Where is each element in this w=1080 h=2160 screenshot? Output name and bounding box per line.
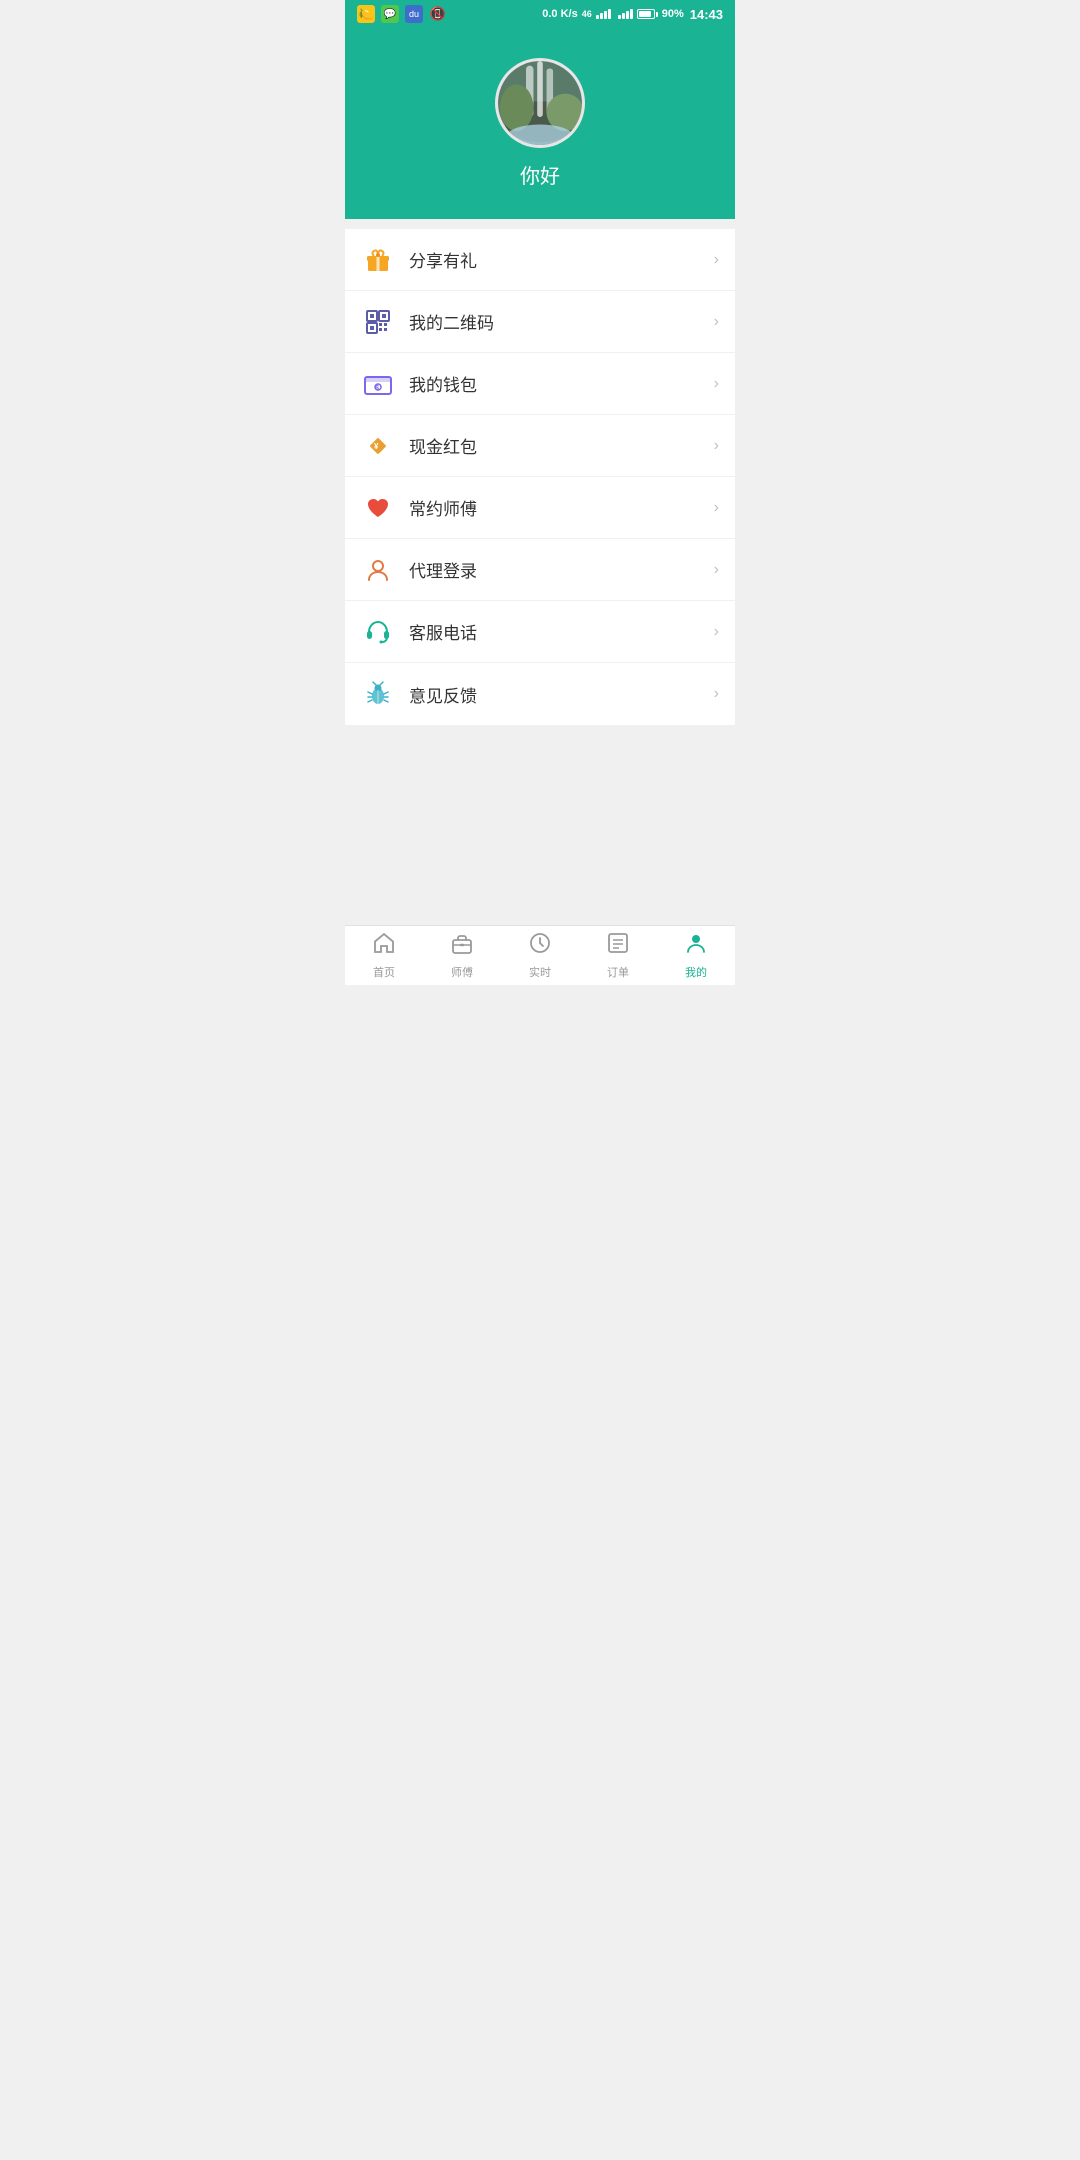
feedback-label: 意见反馈 [409, 682, 714, 707]
menu-item-wallet[interactable]: $ 我的钱包 › [345, 353, 735, 415]
tab-home-label: 首页 [373, 964, 395, 980]
menu-list: 分享有礼 › 我的二维码 › [345, 229, 735, 725]
red-packet-label: 现金红包 [409, 433, 714, 458]
menu-item-customer-service[interactable]: 客服电话 › [345, 601, 735, 663]
agent-arrow: › [714, 561, 719, 579]
headset-icon [361, 615, 395, 649]
svg-text:$: $ [375, 385, 379, 392]
tab-realtime[interactable]: 实时 [501, 926, 579, 985]
app-icon-baidu: du [405, 5, 423, 23]
red-packet-arrow: › [714, 437, 719, 455]
list-icon [606, 931, 630, 961]
heart-icon [361, 491, 395, 525]
feedback-arrow: › [714, 685, 719, 703]
status-left-icons: 🍋 💬 du 📵 [357, 5, 447, 23]
master-arrow: › [714, 499, 719, 517]
tab-mine-label: 我的 [685, 964, 707, 980]
home-icon [372, 931, 396, 961]
menu-item-qrcode[interactable]: 我的二维码 › [345, 291, 735, 353]
feedback-icon [361, 677, 395, 711]
battery-percent: 90% [662, 8, 684, 20]
menu-item-agent[interactable]: 代理登录 › [345, 539, 735, 601]
master-label: 常约师傅 [409, 495, 714, 520]
share-label: 分享有礼 [409, 247, 714, 272]
time: 14:43 [690, 7, 723, 22]
tab-orders-label: 订单 [607, 964, 629, 980]
agent-label: 代理登录 [409, 557, 714, 582]
menu-item-share[interactable]: 分享有礼 › [345, 229, 735, 291]
person-icon [684, 931, 708, 961]
briefcase-icon [450, 931, 474, 961]
gray-spacer [345, 725, 735, 925]
wallet-label: 我的钱包 [409, 371, 714, 396]
network-type: 46 [582, 9, 592, 19]
signal-icon-2 [618, 9, 633, 19]
qrcode-label: 我的二维码 [409, 309, 714, 334]
status-right-info: 0.0 K/s 46 90% 14:43 [542, 7, 723, 22]
svg-text:¥: ¥ [374, 442, 379, 451]
menu-item-red-packet[interactable]: ¥ 现金红包 › [345, 415, 735, 477]
clock-icon [528, 931, 552, 961]
share-arrow: › [714, 251, 719, 269]
wallet-arrow: › [714, 375, 719, 393]
wallet-icon: $ [361, 367, 395, 401]
avatar[interactable] [495, 58, 585, 148]
tab-mine[interactable]: 我的 [657, 926, 735, 985]
tab-master-label: 师傅 [451, 964, 473, 980]
customer-service-arrow: › [714, 623, 719, 641]
signal-icon [596, 9, 611, 19]
username: 你好 [520, 160, 560, 189]
tab-orders[interactable]: 订单 [579, 926, 657, 985]
agent-icon [361, 553, 395, 587]
tab-home[interactable]: 首页 [345, 926, 423, 985]
qrcode-arrow: › [714, 313, 719, 331]
tab-realtime-label: 实时 [529, 964, 551, 980]
tab-master[interactable]: 师傅 [423, 926, 501, 985]
app-icon-lemon: 🍋 [357, 5, 375, 23]
network-speed: 0.0 K/s [542, 8, 577, 20]
status-bar: 🍋 💬 du 📵 0.0 K/s 46 90% 14:43 [345, 0, 735, 28]
customer-service-label: 客服电话 [409, 619, 714, 644]
profile-header: 你好 [345, 28, 735, 219]
tab-bar: 首页 师傅 实时 [345, 925, 735, 985]
menu-item-master[interactable]: 常约师傅 › [345, 477, 735, 539]
app-icon-wechat: 💬 [381, 5, 399, 23]
battery-indicator [637, 9, 658, 19]
app-icon-phone: 📵 [429, 5, 447, 23]
qr-icon [361, 305, 395, 339]
red-packet-icon: ¥ [361, 429, 395, 463]
menu-item-feedback[interactable]: 意见反馈 › [345, 663, 735, 725]
gift-icon [361, 243, 395, 277]
